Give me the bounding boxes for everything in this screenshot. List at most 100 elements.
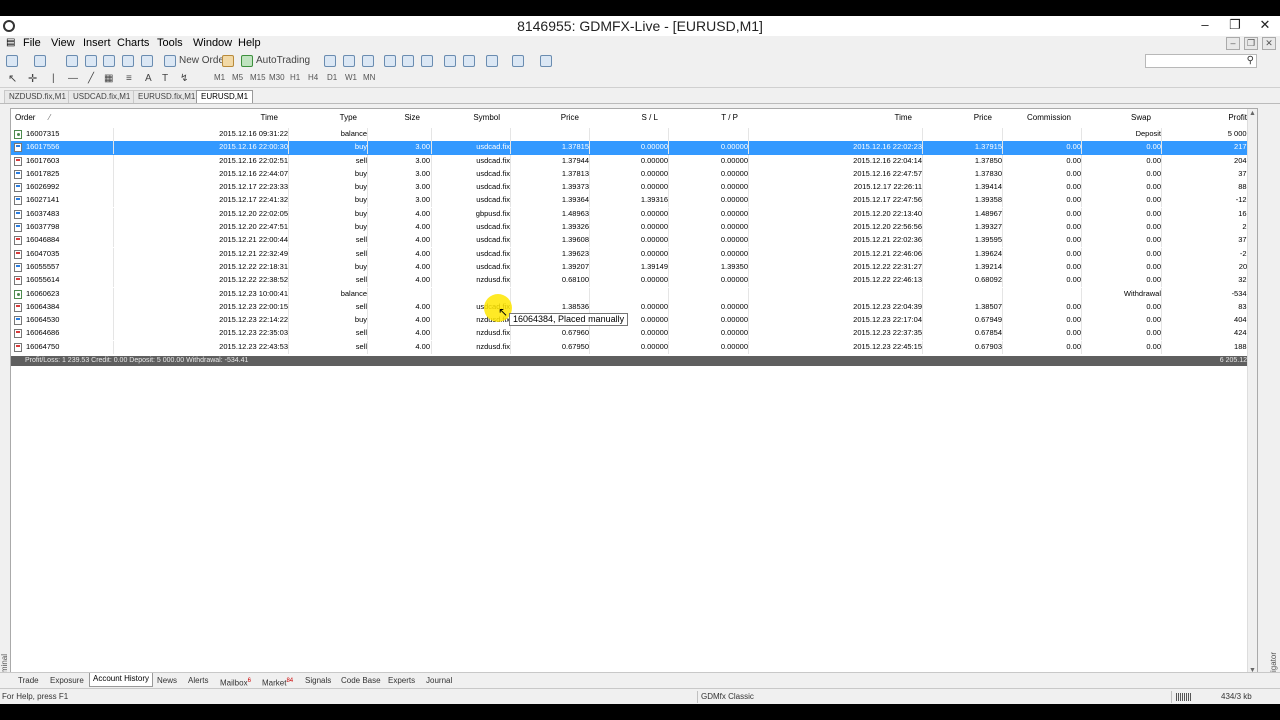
cursor-icon[interactable]: ↖ (8, 72, 17, 86)
timeframe-m5[interactable]: M5 (232, 73, 243, 82)
channel-icon[interactable]: ▦ (104, 72, 113, 86)
header-profit[interactable]: Profit (1228, 113, 1247, 122)
minimize-button[interactable]: – (1190, 16, 1220, 36)
menu-insert[interactable]: Insert (83, 37, 111, 49)
timeframe-h1[interactable]: H1 (290, 73, 300, 82)
mdi-minimize-icon[interactable]: – (1226, 37, 1240, 50)
status-profile[interactable]: GDMfx Classic (701, 692, 754, 701)
auto-scroll-icon[interactable] (444, 55, 456, 67)
tile-windows-icon[interactable] (421, 55, 433, 67)
table-row[interactable]: 16007315 2015.12.16 09:31:22 balance Deposi… (11, 128, 1257, 141)
table-row[interactable]: 16055614 2015.12.22 22:38:52 sell 4.00 nzdus… (11, 274, 1257, 288)
tab-alerts[interactable]: Alerts (185, 675, 211, 687)
metaeditor-icon[interactable] (222, 55, 234, 67)
search-input[interactable]: ⚲ (1145, 54, 1257, 68)
header-close-price[interactable]: Price (974, 113, 992, 122)
table-row[interactable]: 16017556 2015.12.16 22:00:30 buy 3.00 usdcad… (11, 141, 1257, 155)
header-close-time[interactable]: Time (895, 113, 912, 122)
tab-news[interactable]: News (154, 675, 180, 687)
table-row[interactable]: 16064686 2015.12.23 22:35:03 sell 4.00 nzdus… (11, 327, 1257, 341)
indicators-icon[interactable] (486, 55, 498, 67)
menu-view[interactable]: View (51, 37, 75, 49)
table-row[interactable]: 16027141 2015.12.17 22:41:32 buy 3.00 usdcad… (11, 194, 1257, 208)
menu-charts[interactable]: Charts (117, 37, 149, 49)
vertical-line-icon[interactable]: | (52, 72, 55, 86)
table-row[interactable]: 160643842015.12.23 22:00:15sell4.00usdca… (11, 300, 1257, 314)
new-chart-icon[interactable] (6, 55, 18, 67)
tab-signals[interactable]: Signals (302, 675, 334, 687)
templates-icon[interactable] (540, 55, 552, 67)
profiles-icon[interactable] (34, 55, 46, 67)
table-row[interactable]: 16017603 2015.12.16 22:02:51 sell 3.00 usdca… (11, 154, 1257, 168)
trendline-icon[interactable]: ╱ (88, 72, 94, 86)
navigator-icon[interactable] (103, 55, 115, 67)
timeframe-d1[interactable]: D1 (327, 73, 337, 82)
table-row[interactable]: 16064750 2015.12.23 22:43:53 sell 4.00 nzdus… (11, 340, 1257, 354)
mdi-close-icon[interactable]: ✕ (1262, 37, 1276, 50)
chart-tab-nzdusd-fix[interactable]: NZDUSD.fix,M1 (4, 90, 71, 103)
tab-mailbox[interactable]: Mailbox6 (217, 675, 254, 688)
table-row[interactable]: 16046884 2015.12.21 22:00:44 sell 4.00 usdca… (11, 234, 1257, 248)
timeframe-h4[interactable]: H4 (308, 73, 318, 82)
maximize-button[interactable]: ❐ (1220, 16, 1250, 36)
timeframe-mn[interactable]: MN (363, 73, 375, 82)
fibonacci-icon[interactable]: ≡ (126, 72, 132, 86)
table-row[interactable]: 16017825 2015.12.16 22:44:07 buy 3.00 usdcad… (11, 167, 1257, 181)
header-size[interactable]: Size (404, 113, 420, 122)
line-chart-icon[interactable] (362, 55, 374, 67)
strategy-tester-icon[interactable] (141, 55, 153, 67)
market-watch-icon[interactable] (66, 55, 78, 67)
tab-journal[interactable]: Journal (423, 675, 455, 687)
chart-tab-usdcad-fix[interactable]: USDCAD.fix,M1 (68, 90, 136, 103)
tab-trade[interactable]: Trade (15, 675, 42, 687)
table-row[interactable]: 16047035 2015.12.21 22:32:49 sell 4.00 usdca… (11, 247, 1257, 261)
document-icon[interactable]: ▤ (6, 37, 15, 48)
new-order-button[interactable]: New Order (179, 54, 227, 68)
text-icon[interactable]: A (145, 72, 152, 86)
horizontal-line-icon[interactable]: — (68, 72, 78, 86)
new-order-icon[interactable] (164, 55, 176, 67)
zoom-in-icon[interactable] (384, 55, 396, 67)
table-row[interactable]: 16026992 2015.12.17 22:23:33 buy 3.00 usdcad… (11, 181, 1257, 195)
bar-chart-icon[interactable] (324, 55, 336, 67)
data-window-icon[interactable] (85, 55, 97, 67)
header-symbol[interactable]: Symbol (473, 113, 500, 122)
table-row[interactable]: 16037798 2015.12.20 22:47:51 buy 4.00 usdcad… (11, 221, 1257, 235)
chart-tab-eurusd[interactable]: EURUSD,M1 (196, 90, 254, 103)
table-row[interactable]: 16037483 2015.12.20 22:02:05 buy 4.00 gbpusd… (11, 207, 1257, 221)
menu-file[interactable]: File (23, 37, 41, 49)
header-time[interactable]: Time (261, 113, 278, 122)
chart-tab-eurusd-fix[interactable]: EURUSD.fix,M1 (133, 90, 201, 103)
crosshair-icon[interactable]: ✛ (28, 72, 37, 86)
header-order[interactable]: Order (15, 113, 35, 122)
tab-exposure[interactable]: Exposure (47, 675, 87, 687)
arrows-icon[interactable]: ↯ (180, 72, 188, 86)
header-price[interactable]: Price (561, 113, 579, 122)
autotrading-icon[interactable] (241, 55, 253, 67)
tab-market[interactable]: Market84 (259, 675, 296, 688)
scroll-up-icon[interactable]: ▲ (1249, 110, 1256, 117)
table-row[interactable]: 16055557 2015.12.22 22:18:31 buy 4.00 usdcad… (11, 260, 1257, 274)
timeframe-m1[interactable]: M1 (214, 73, 225, 82)
timeframe-m15[interactable]: M15 (250, 73, 266, 82)
tab-account-history[interactable]: Account History (89, 673, 154, 687)
header-swap[interactable]: Swap (1131, 113, 1151, 122)
chart-shift-icon[interactable] (463, 55, 475, 67)
connection-bars-icon[interactable] (1176, 693, 1192, 701)
autotrading-button[interactable]: AutoTrading (256, 54, 310, 68)
menu-help[interactable]: Help (238, 37, 261, 49)
text-label-icon[interactable]: T (162, 72, 168, 86)
table-row[interactable]: 160645302015.12.23 22:14:22buy4.00nzdusd… (11, 314, 1257, 328)
terminal-icon[interactable] (122, 55, 134, 67)
search-icon[interactable]: ⚲ (1247, 55, 1254, 66)
close-button[interactable]: ✕ (1250, 16, 1280, 36)
table-row[interactable]: 16060623 2015.12.23 10:00:41 balance Withdr… (11, 287, 1257, 301)
timeframe-m30[interactable]: M30 (269, 73, 285, 82)
candlesticks-icon[interactable] (343, 55, 355, 67)
zoom-out-icon[interactable] (402, 55, 414, 67)
mdi-restore-icon[interactable]: ❐ (1244, 37, 1258, 50)
header-type[interactable]: Type (340, 113, 357, 122)
periods-icon[interactable] (512, 55, 524, 67)
tab-code-base[interactable]: Code Base (338, 675, 384, 687)
tab-experts[interactable]: Experts (385, 675, 418, 687)
